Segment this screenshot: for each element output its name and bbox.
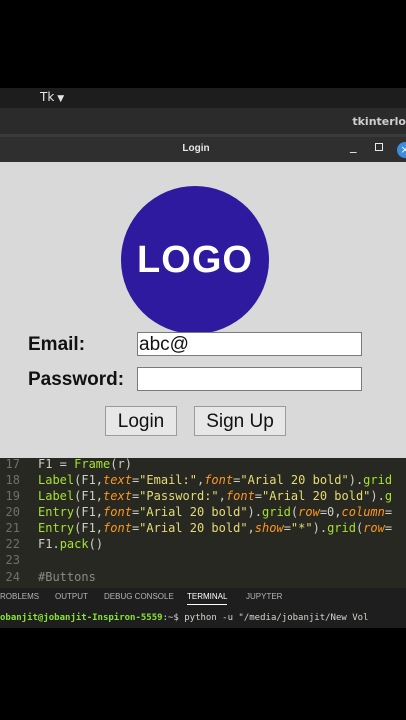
code-text: Label(F1,text="Password:",font="Arial 20… [38,489,392,503]
password-label: Password: [28,369,125,390]
line-number: 19 [5,489,20,503]
code-token: font [103,505,132,519]
password-field[interactable] [137,367,362,391]
tab-output[interactable]: OUTPUT [55,592,88,601]
code-text: F1 = Frame(r) [38,458,132,471]
terminal-path: :~$ [162,613,179,623]
code-token: = [254,489,263,503]
code-token: (F1, [74,521,104,535]
tab-debug-console[interactable]: DEBUG CONSOLE [104,592,174,601]
code-token: F1 = [38,458,75,471]
code-token: row [363,521,385,535]
code-token: (F1, [74,473,104,487]
tab-problems[interactable]: ROBLEMS [0,592,39,601]
code-token: grid [262,505,291,519]
code-token: "Arial 20 bold" [240,473,349,487]
code-token: Label [38,489,75,503]
code-token: pack [59,537,89,551]
code-token: "Arial 20 bold" [139,521,248,535]
code-token: "Email:" [139,473,197,487]
terminal-command: python -u "/media/jobanjit/New Vol [178,613,369,623]
line-number: 21 [5,521,20,535]
code-token: "Arial 20 bold" [262,489,371,503]
minimize-icon[interactable]: _ [350,139,357,154]
code-token: (F1, [74,505,104,519]
code-text: Label(F1,text="Email:",font="Arial 20 bo… [38,473,392,487]
code-token: ). [370,489,385,503]
code-token: Frame [74,458,111,471]
line-number: 20 [5,505,20,519]
login-window-title: Login [182,143,210,154]
terminal[interactable]: obanjit@jobanjit-Inspiron-5559:~$ python… [0,606,406,628]
code-token: font [204,473,234,487]
code-token: =0, [319,505,342,519]
code-token: column [341,505,385,519]
code-token: = [283,521,291,535]
email-field-value: abc@ [139,334,189,355]
line-number: 22 [5,537,20,551]
line-number: 17 [5,458,20,471]
line-number: 23 [5,553,20,567]
login-window-title-bar[interactable]: Login _ × [0,137,406,162]
code-token: Label [38,473,75,487]
code-token: (F1, [74,489,104,503]
code-token: "*" [290,521,313,535]
code-token: font [103,521,132,535]
tab-jupyter[interactable]: JUPYTER [246,592,282,601]
code-token: = [384,521,393,535]
code-token: show [254,521,284,535]
login-window: LOGO Email: abc@ Password: Login Sign Up [0,162,406,458]
editor-title-bar: tkinterlo [0,108,406,134]
line-number: 18 [5,473,20,487]
editor-window-title: tkinterlo [352,115,406,128]
code-token: () [88,537,104,551]
code-token: ). [247,505,262,519]
code-token: row [298,505,320,519]
close-icon[interactable]: × [397,142,406,158]
app-menu-label: Tk [40,90,55,104]
code-comment: #Buttons [38,570,96,584]
panel-tab-bar: ROBLEMS OUTPUT DEBUG CONSOLE TERMINAL JU… [0,588,406,606]
code-token: , [218,489,226,503]
email-label: Email: [28,334,86,355]
login-button[interactable]: Login [105,406,177,436]
code-text: Entry(F1,font="Arial 20 bold").grid(row=… [38,505,392,519]
letterbox-bottom [0,628,406,720]
code-token: (r) [110,458,132,471]
code-token: font [225,489,255,503]
code-text: #Buttons [38,570,96,584]
code-token: ). [312,521,328,535]
code-token: text [103,473,132,487]
caret-down-icon: ▼ [57,94,65,104]
code-token: text [103,489,132,503]
system-top-bar: Tk ▼ [0,88,406,108]
code-token: = [384,505,393,519]
email-field[interactable]: abc@ [137,332,362,356]
code-token: grid [327,521,356,535]
code-token: "Password:" [139,489,219,503]
logo: LOGO [121,186,269,334]
code-token: F1. [38,537,60,551]
app-menu[interactable]: Tk ▼ [40,90,64,104]
terminal-prompt: obanjit@jobanjit-Inspiron-5559 [0,613,163,623]
code-token: , [247,521,255,535]
code-token: Entry [38,505,75,519]
code-token: g [384,489,393,503]
line-number: 24 [5,570,20,584]
code-token: "Arial 20 bold" [139,505,248,519]
terminal-line: obanjit@jobanjit-Inspiron-5559:~$ python… [0,613,368,623]
tab-terminal[interactable]: TERMINAL [187,592,228,605]
code-editor[interactable]: 17 F1 = Frame(r) 18 Label(F1,text="Email… [0,458,406,588]
code-token: Entry [38,521,75,535]
code-token: grid [363,473,393,487]
maximize-icon[interactable] [375,143,383,151]
sign-up-button[interactable]: Sign Up [194,406,286,436]
code-text: Entry(F1,font="Arial 20 bold",show="*").… [38,521,392,535]
code-token: ). [348,473,364,487]
code-text: F1.pack() [38,537,103,551]
